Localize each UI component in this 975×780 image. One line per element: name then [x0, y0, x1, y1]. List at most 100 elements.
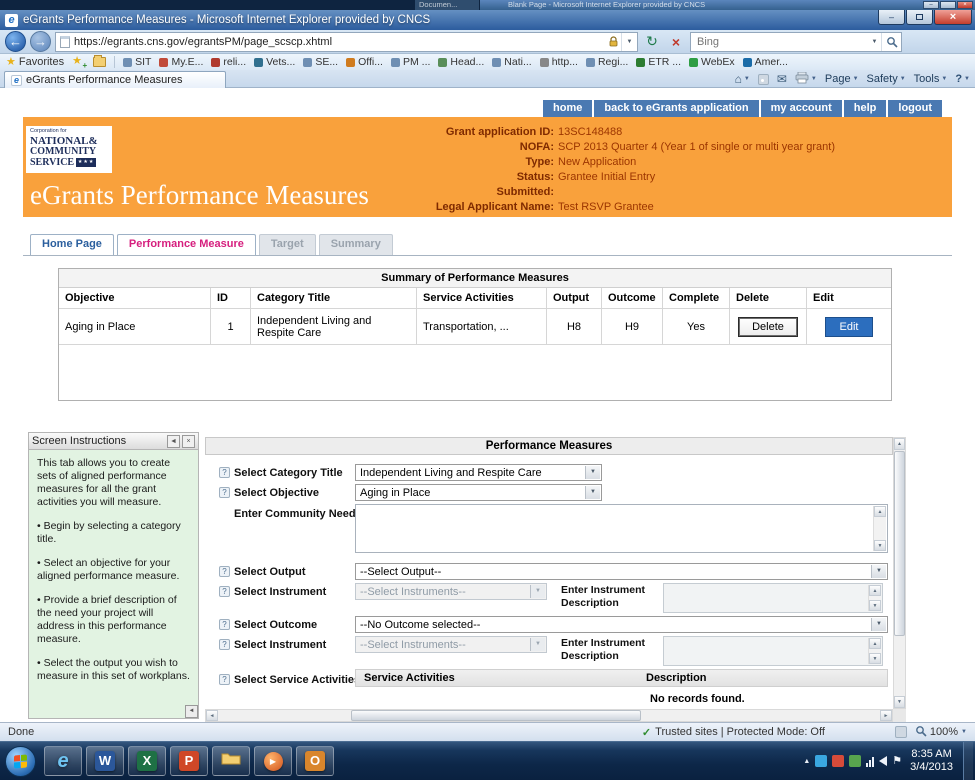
instructions-scroll-button[interactable]: ◄: [185, 705, 198, 718]
horizontal-scrollbar-thumb[interactable]: [351, 710, 641, 721]
page-menu-button[interactable]: Page▼: [825, 73, 859, 85]
instrument-select[interactable]: --Select Instruments-- ▼: [355, 636, 547, 653]
favorites-bar-item[interactable]: http...: [540, 56, 578, 68]
instrument-description-textarea[interactable]: ▲ ▼: [663, 583, 883, 613]
tab-summary[interactable]: Summary: [319, 234, 393, 255]
tab-performance-measure[interactable]: Performance Measure: [117, 234, 256, 255]
help-icon[interactable]: ?: [219, 619, 230, 630]
delete-button[interactable]: Delete: [739, 318, 797, 336]
category-title-select[interactable]: Independent Living and Respite Care ▼: [355, 464, 602, 481]
outcome-select[interactable]: --No Outcome selected-- ▼: [355, 616, 888, 633]
favorites-bar-item[interactable]: Nati...: [492, 56, 531, 68]
favorites-folder-icon[interactable]: [93, 57, 106, 67]
background-window-title[interactable]: Documen...: [415, 0, 479, 10]
favorites-bar-item[interactable]: Amer...: [743, 56, 788, 68]
refresh-button[interactable]: ↻: [642, 32, 662, 52]
help-menu-button[interactable]: ?▼: [955, 73, 970, 85]
objective-select[interactable]: Aging in Place ▼: [355, 484, 602, 501]
tab-home-page[interactable]: Home Page: [30, 234, 114, 255]
zoom-control[interactable]: 100% ▼: [915, 725, 967, 740]
textarea-scrollbar[interactable]: ▲ ▼: [873, 506, 886, 551]
tab-target[interactable]: Target: [259, 234, 316, 255]
read-mail-button[interactable]: ✉: [777, 73, 787, 85]
volume-icon[interactable]: [879, 756, 887, 766]
favorites-bar-item[interactable]: Vets...: [254, 56, 295, 68]
instructions-close-button[interactable]: ×: [182, 435, 195, 448]
textarea-scrollbar[interactable]: ▲ ▼: [868, 585, 881, 611]
stop-button[interactable]: ×: [666, 32, 686, 52]
favorites-bar-item[interactable]: My.E...: [159, 56, 203, 68]
scroll-up-icon[interactable]: ▲: [869, 638, 881, 649]
start-button[interactable]: [5, 746, 36, 777]
taskbar-word-icon[interactable]: W: [86, 746, 124, 776]
instructions-collapse-button[interactable]: ◄: [167, 435, 180, 448]
scroll-left-icon[interactable]: ◄: [206, 710, 218, 721]
url-field[interactable]: ▼: [55, 32, 638, 52]
favorites-bar-item[interactable]: reli...: [211, 56, 246, 68]
scroll-down-icon[interactable]: ▼: [869, 653, 881, 664]
tray-icon[interactable]: [849, 755, 861, 767]
taskbar-powerpoint-icon[interactable]: P: [170, 746, 208, 776]
search-field[interactable]: ▼: [690, 32, 902, 52]
form-horizontal-scrollbar[interactable]: ◄ ►: [205, 709, 893, 722]
network-icon[interactable]: [866, 756, 874, 767]
edit-button[interactable]: Edit: [825, 317, 874, 337]
safety-menu-button[interactable]: Safety▼: [867, 73, 906, 85]
scroll-down-icon[interactable]: ▼: [869, 600, 881, 611]
favorites-bar-item[interactable]: SIT: [123, 56, 151, 68]
help-icon[interactable]: ?: [219, 487, 230, 498]
scroll-up-icon[interactable]: ▲: [894, 438, 905, 450]
nav-back-to-egrants-button[interactable]: back to eGrants application: [594, 100, 758, 117]
close-button[interactable]: ×: [934, 10, 972, 25]
home-button[interactable]: ⌂▼: [735, 73, 750, 85]
show-desktop-button[interactable]: [963, 742, 973, 780]
nav-help-button[interactable]: help: [844, 100, 887, 117]
favorites-bar-item[interactable]: WebEx: [689, 56, 735, 68]
minimize-icon[interactable]: –: [923, 1, 939, 9]
close-icon[interactable]: ×: [957, 1, 973, 9]
form-vertical-scrollbar[interactable]: ▲ ▼: [893, 437, 906, 709]
action-center-flag-icon[interactable]: ⚑: [892, 756, 902, 767]
instrument-select[interactable]: --Select Instruments-- ▼: [355, 583, 547, 600]
help-icon[interactable]: ?: [219, 639, 230, 650]
community-need-textarea[interactable]: ▲ ▼: [355, 504, 888, 553]
favorites-bar-item[interactable]: Regi...: [586, 56, 628, 68]
show-hidden-icons-button[interactable]: ▲: [803, 758, 810, 765]
scroll-right-icon[interactable]: ►: [880, 710, 892, 721]
search-input[interactable]: [697, 36, 868, 48]
nav-my-account-button[interactable]: my account: [761, 100, 842, 117]
tray-icon[interactable]: [832, 755, 844, 767]
favorites-bar-item[interactable]: PM ...: [391, 56, 430, 68]
help-icon[interactable]: ?: [219, 586, 230, 597]
nav-logout-button[interactable]: logout: [888, 100, 942, 117]
help-icon[interactable]: ?: [219, 674, 230, 685]
tools-menu-button[interactable]: Tools▼: [914, 73, 948, 85]
taskbar-internet-explorer-icon[interactable]: e: [44, 746, 82, 776]
scroll-down-icon[interactable]: ▼: [874, 540, 886, 551]
favorites-bar-item[interactable]: ETR ...: [636, 56, 681, 68]
browser-tab[interactable]: e eGrants Performance Measures: [4, 71, 226, 88]
search-icon[interactable]: [881, 33, 901, 51]
taskbar-outlook-icon[interactable]: O: [296, 746, 334, 776]
help-icon[interactable]: ?: [219, 467, 230, 478]
output-select[interactable]: --Select Output-- ▼: [355, 563, 888, 580]
favorites-bar-item[interactable]: Offi...: [346, 56, 383, 68]
search-dropdown-icon[interactable]: ▼: [868, 39, 881, 45]
minimize-button[interactable]: –: [878, 10, 905, 25]
background-window-title[interactable]: Blank Page - Microsoft Internet Explorer…: [480, 0, 975, 10]
add-favorite-button[interactable]: ★ +: [72, 56, 85, 68]
favorites-bar-item[interactable]: SE...: [303, 56, 338, 68]
print-button[interactable]: ▼: [795, 72, 817, 87]
url-dropdown-icon[interactable]: ▼: [621, 33, 637, 51]
scroll-up-icon[interactable]: ▲: [869, 585, 881, 596]
instrument-description-textarea[interactable]: ▲ ▼: [663, 636, 883, 666]
nav-home-button[interactable]: home: [543, 100, 592, 117]
url-input[interactable]: [74, 34, 605, 50]
maximize-button[interactable]: [906, 10, 933, 25]
scroll-down-icon[interactable]: ▼: [894, 696, 905, 708]
back-button[interactable]: ←: [5, 31, 26, 52]
taskbar-excel-icon[interactable]: X: [128, 746, 166, 776]
textarea-scrollbar[interactable]: ▲ ▼: [868, 638, 881, 664]
scroll-up-icon[interactable]: ▲: [874, 506, 886, 517]
feeds-button[interactable]: [758, 74, 769, 85]
